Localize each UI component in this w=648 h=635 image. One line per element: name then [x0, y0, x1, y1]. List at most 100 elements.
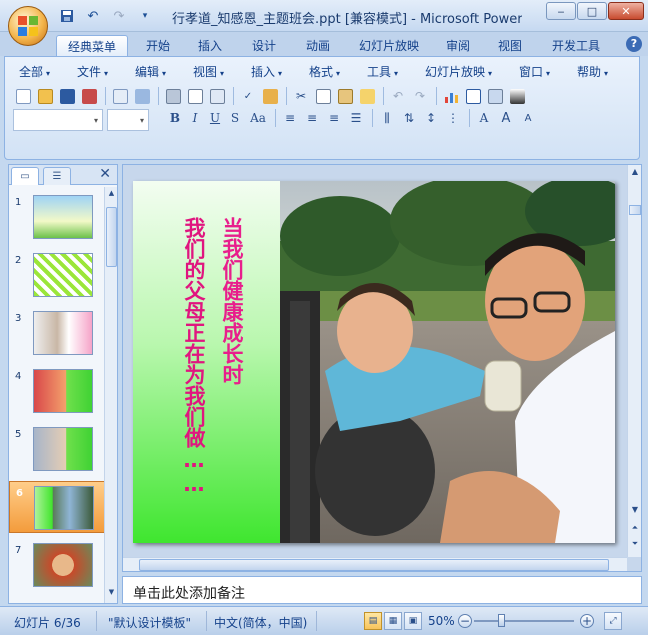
next-slide-icon[interactable]: ⏷: [628, 539, 642, 549]
horizontal-scrollbar[interactable]: [123, 557, 627, 571]
slideshow-view-icon[interactable]: ▣: [404, 612, 422, 630]
permission-icon[interactable]: [79, 86, 99, 106]
close-button[interactable]: ✕: [608, 2, 644, 20]
underline-button[interactable]: U: [205, 108, 225, 128]
paste-icon[interactable]: [335, 86, 355, 106]
tab-animation[interactable]: 动画: [298, 35, 338, 56]
shadow-button[interactable]: S: [225, 108, 245, 128]
language-indicator[interactable]: 中文(简体，中国): [214, 614, 307, 631]
slide-thumb-3[interactable]: 3: [9, 307, 105, 359]
tab-developer[interactable]: 开发工具: [544, 35, 608, 56]
align-center-icon[interactable]: ≡: [302, 108, 322, 128]
research-icon[interactable]: [260, 86, 280, 106]
spelling-icon[interactable]: ✓: [238, 86, 258, 106]
qat-customize-icon[interactable]: ▾: [134, 7, 156, 25]
scroll-down-icon[interactable]: ▼: [628, 505, 642, 514]
print-icon[interactable]: [163, 86, 183, 106]
scroll-thumb[interactable]: [106, 207, 117, 267]
grow-font-icon[interactable]: A: [496, 108, 516, 128]
numbering-icon[interactable]: ⋮: [443, 108, 463, 128]
menu-window[interactable]: 窗口 ▾: [519, 63, 550, 80]
menu-file[interactable]: 文件 ▾: [77, 63, 108, 80]
print-preview-icon[interactable]: [185, 86, 205, 106]
align-right-icon[interactable]: ≡: [324, 108, 344, 128]
insert-chart-icon[interactable]: [441, 86, 461, 106]
insert-table-icon[interactable]: [463, 86, 483, 106]
undo-icon[interactable]: ↶: [388, 86, 408, 106]
italic-button[interactable]: I: [185, 108, 205, 128]
menu-view[interactable]: 视图 ▾: [193, 63, 224, 80]
columns-icon[interactable]: ⫼: [377, 108, 397, 128]
slide-thumb-6[interactable]: 6: [9, 481, 105, 533]
cut-icon[interactable]: ✂: [291, 86, 311, 106]
font-name-combo[interactable]: ▾: [13, 109, 103, 131]
text-direction-icon[interactable]: ⇅: [399, 108, 419, 128]
zoom-in-icon[interactable]: +: [580, 614, 594, 628]
font-color-icon[interactable]: A: [474, 108, 494, 128]
publish-icon[interactable]: [132, 86, 152, 106]
copy-icon[interactable]: [313, 86, 333, 106]
tab-home[interactable]: 开始: [138, 35, 178, 56]
scroll-thumb[interactable]: [139, 559, 609, 571]
format-painter-icon[interactable]: [357, 86, 377, 106]
slide-thumb-2[interactable]: 2: [9, 249, 105, 301]
menu-format[interactable]: 格式 ▾: [309, 63, 340, 80]
insert-picture-icon[interactable]: [485, 86, 505, 106]
tab-view[interactable]: 视图: [490, 35, 530, 56]
slide-text-line-2[interactable]: 我们的父母正在为我们做……: [181, 217, 207, 496]
zoom-slider-knob[interactable]: [498, 614, 505, 627]
justify-icon[interactable]: ☰: [346, 108, 366, 128]
new-icon[interactable]: [13, 86, 33, 106]
tab-insert[interactable]: 插入: [190, 35, 230, 56]
scroll-up-icon[interactable]: ▲: [628, 167, 642, 176]
shrink-font-icon[interactable]: A: [518, 108, 538, 128]
save-icon[interactable]: [57, 86, 77, 106]
tab-outline[interactable]: ☰: [43, 167, 71, 185]
slide-text-line-1[interactable]: 当我们健康成长时: [219, 217, 245, 385]
vertical-scrollbar[interactable]: ▲ ▼ ⏶ ⏷: [627, 165, 641, 557]
notes-placeholder[interactable]: 单击此处添加备注: [133, 583, 245, 603]
theme-name[interactable]: "默认设计模板": [108, 614, 191, 631]
slide-thumb-5[interactable]: 5: [9, 423, 105, 475]
tab-slides[interactable]: ▭: [11, 167, 39, 185]
menu-insert[interactable]: 插入 ▾: [251, 63, 282, 80]
slide-layout-icon[interactable]: [207, 86, 227, 106]
tab-slideshow[interactable]: 幻灯片放映: [352, 35, 426, 56]
scroll-thumb[interactable]: [629, 205, 641, 215]
tab-design[interactable]: 设计: [244, 35, 284, 56]
menu-all[interactable]: 全部 ▾: [19, 63, 50, 80]
fit-to-window-icon[interactable]: ⤢: [604, 612, 622, 630]
previous-slide-icon[interactable]: ⏶: [628, 523, 642, 533]
close-panel-icon[interactable]: ✕: [99, 166, 111, 182]
normal-view-icon[interactable]: ▤: [364, 612, 382, 630]
line-spacing-icon[interactable]: ↕: [421, 108, 441, 128]
minimize-button[interactable]: ‒: [546, 2, 576, 20]
zoom-slider[interactable]: [474, 620, 574, 622]
slide-photo[interactable]: [280, 181, 615, 543]
menu-edit[interactable]: 编辑 ▾: [135, 63, 166, 80]
zoom-out-icon[interactable]: −: [458, 614, 472, 628]
save-icon[interactable]: [56, 7, 78, 25]
scroll-down-icon[interactable]: ▼: [106, 588, 117, 601]
change-case-button[interactable]: Aa: [245, 108, 271, 128]
notes-pane[interactable]: 单击此处添加备注: [122, 576, 642, 604]
slide-thumb-4[interactable]: 4: [9, 365, 105, 417]
office-button[interactable]: [8, 6, 48, 46]
slide-thumb-7[interactable]: 7: [9, 539, 105, 591]
tab-review[interactable]: 审阅: [438, 35, 478, 56]
font-size-combo[interactable]: ▾: [107, 109, 149, 131]
redo-icon[interactable]: ↷: [410, 86, 430, 106]
align-left-icon[interactable]: ≡: [280, 108, 300, 128]
slide-sorter-icon[interactable]: ▦: [384, 612, 402, 630]
zoom-level[interactable]: 50%: [428, 614, 455, 628]
thumbnail-scrollbar[interactable]: ▲ ▼: [104, 187, 117, 603]
tab-classic-menu[interactable]: 经典菜单: [56, 35, 128, 56]
menu-slideshow[interactable]: 幻灯片放映 ▾: [425, 63, 492, 80]
email-icon[interactable]: [110, 86, 130, 106]
menu-tools[interactable]: 工具 ▾: [367, 63, 398, 80]
slide-canvas[interactable]: 当我们健康成长时 我们的父母正在为我们做……: [133, 181, 615, 543]
slide-thumb-1[interactable]: 1: [9, 191, 105, 243]
open-icon[interactable]: [35, 86, 55, 106]
bold-button[interactable]: B: [165, 108, 185, 128]
redo-icon[interactable]: ↷: [108, 7, 130, 25]
